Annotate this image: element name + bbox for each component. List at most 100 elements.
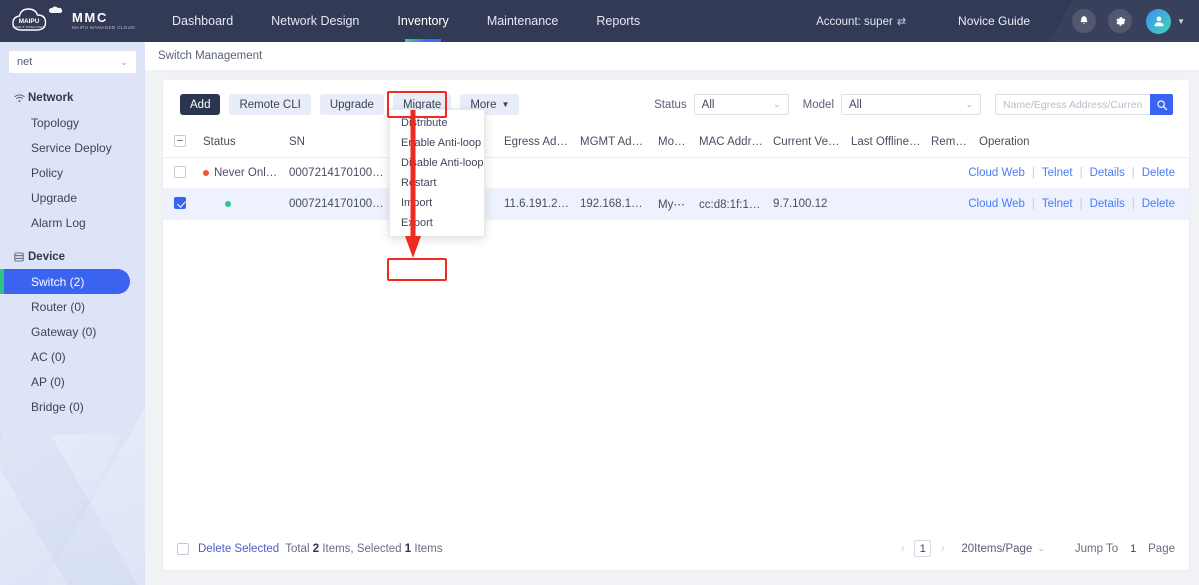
next-page-chevron-right-icon[interactable]: ›	[934, 540, 951, 557]
separator: |	[1031, 198, 1035, 210]
settings-gear-icon[interactable]	[1108, 9, 1133, 33]
row-current-version: 9.7.100.12	[773, 198, 828, 210]
sidebar-item-alarm-log[interactable]: Alarm Log	[0, 210, 145, 235]
row-select-cell[interactable]	[163, 165, 193, 181]
sidebar-item-ap[interactable]: AP (0)	[0, 369, 145, 394]
switch-table: Status SN Name Egress Address MGMT Addre…	[163, 127, 1189, 220]
list-icon	[14, 252, 28, 262]
sidebar-item-service-deploy[interactable]: Service Deploy	[0, 135, 145, 160]
telnet-link[interactable]: Telnet	[1042, 198, 1073, 210]
telnet-link[interactable]: Telnet	[1042, 167, 1073, 179]
menu-item-distribute[interactable]: Distribute	[390, 113, 484, 133]
items-middle-label: Items, Selected	[322, 542, 402, 555]
user-menu-chevron-down-icon[interactable]: ▼	[1177, 17, 1185, 26]
nav-item-reports[interactable]: Reports	[577, 0, 659, 42]
row-checkbox[interactable]	[174, 165, 186, 178]
remote-cli-button[interactable]: Remote CLI	[229, 94, 311, 115]
jump-to-label: Jump To	[1074, 542, 1119, 555]
details-link[interactable]: Details	[1090, 198, 1125, 210]
menu-item-export[interactable]: Export	[390, 213, 484, 233]
search-area	[995, 94, 1173, 115]
annotation-box-export	[387, 258, 447, 281]
user-avatar-icon[interactable]	[1146, 8, 1172, 34]
header-right-tools: Account: super ⇄ Novice Guide ▼	[816, 8, 1199, 34]
brand-subtitle: MAIPU MANAGED CLOUD	[72, 24, 136, 30]
user-menu[interactable]: ▼	[1146, 8, 1185, 34]
sidebar-item-topology[interactable]: Topology	[0, 110, 145, 135]
row-select-cell[interactable]	[163, 196, 193, 212]
nav-item-network-design[interactable]: Network Design	[252, 0, 378, 42]
row-sn: 0007214170100007	[289, 167, 389, 179]
page-number-1[interactable]: 1	[914, 540, 932, 557]
more-dropdown-menu[interactable]: Distribute Enable Anti-loop Disable Anti…	[389, 109, 485, 237]
delete-link[interactable]: Delete	[1142, 198, 1175, 210]
nav-item-inventory[interactable]: Inventory	[378, 0, 467, 42]
menu-item-enable-anti-loop[interactable]: Enable Anti-loop	[390, 133, 484, 153]
nav-item-maintenance[interactable]: Maintenance	[468, 0, 578, 42]
breadcrumb-bar: Switch Management	[145, 42, 1199, 70]
upgrade-button[interactable]: Upgrade	[319, 94, 384, 115]
selected-count: 1	[404, 542, 412, 555]
status-filter-value: All	[701, 98, 715, 111]
row-mgmt-address: 192.168.100.5	[580, 198, 648, 210]
brand-logo-area[interactable]: MAIPU MAKE IT INTELLIGENT MMC MAIPU MANA…	[0, 0, 145, 42]
model-filter-value: All	[849, 98, 862, 111]
jump-to-page: Jump To Page	[1075, 540, 1175, 557]
prev-page-chevron-left-icon[interactable]: ‹	[894, 540, 911, 557]
items-suffix-label: Items	[414, 542, 443, 555]
add-button[interactable]: Add	[180, 94, 221, 115]
left-sidebar: net ⌄ Network Topology Service Deploy Po…	[0, 42, 145, 585]
menu-item-restart[interactable]: Restart	[390, 173, 484, 193]
separator: |	[1031, 167, 1035, 179]
select-all-header-cell[interactable]	[163, 134, 193, 150]
table-row[interactable]: 0007214170100004 0 11.6.191.253 192.168.…	[163, 189, 1189, 220]
menu-item-disable-anti-loop[interactable]: Disable Anti-loop	[390, 153, 484, 173]
row-operation: Cloud Web | Telnet | Details | Delete	[969, 198, 1189, 210]
page-size-select[interactable]: 20Items/Page ⌄	[961, 543, 1045, 555]
sidebar-item-upgrade[interactable]: Upgrade	[0, 185, 145, 210]
cloud-web-link[interactable]: Cloud Web	[969, 198, 1025, 210]
sidebar-item-switch[interactable]: Switch (2)	[0, 269, 130, 294]
sidebar-item-policy[interactable]: Policy	[0, 160, 145, 185]
switch-account-icon[interactable]: ⇄	[897, 16, 906, 28]
filter-bar: Status All ⌄ Model All ⌄	[654, 94, 1173, 115]
separator: |	[1079, 167, 1083, 179]
total-prefix-label: Total	[285, 542, 310, 555]
footer-select-all-checkbox[interactable]	[177, 542, 189, 555]
sidebar-item-router[interactable]: Router (0)	[0, 294, 145, 319]
logo-tagline: MAKE IT INTELLIGENT	[12, 25, 45, 29]
column-header-status: Status	[203, 136, 236, 148]
delete-link[interactable]: Delete	[1142, 167, 1175, 179]
notification-bell-icon[interactable]	[1072, 9, 1097, 33]
table-row[interactable]: Never Online 0007214170100007 0 Cloud We…	[163, 158, 1189, 189]
select-all-checkbox[interactable]	[174, 134, 186, 147]
column-header-model: Model	[658, 136, 689, 148]
pagination: ‹ 1 › 20Items/Page ⌄ Jump To Page	[894, 540, 1175, 557]
row-mac-address: cc:d8:1f:12⋯	[699, 199, 763, 211]
total-count: 2	[312, 542, 320, 555]
nav-item-dashboard[interactable]: Dashboard	[153, 0, 252, 42]
row-checkbox[interactable]	[174, 196, 186, 209]
main-content: Switch Management Add Remote CLI Upgrade…	[145, 42, 1199, 585]
delete-selected-link[interactable]: Delete Selected	[198, 543, 279, 555]
sidebar-item-ac[interactable]: AC (0)	[0, 344, 145, 369]
logo-wordmark: MAIPU	[19, 18, 40, 25]
novice-guide-link[interactable]: Novice Guide	[958, 14, 1030, 28]
sidebar-item-gateway[interactable]: Gateway (0)	[0, 319, 145, 344]
page-label: Page	[1148, 542, 1175, 555]
model-filter-select[interactable]: All ⌄	[841, 94, 981, 115]
details-link[interactable]: Details	[1090, 167, 1125, 179]
search-button[interactable]	[1150, 94, 1173, 115]
cloud-web-link[interactable]: Cloud Web	[969, 167, 1025, 179]
jump-to-input[interactable]	[1123, 540, 1144, 557]
chevron-down-icon: ⌄	[965, 99, 973, 109]
network-selector[interactable]: net ⌄	[8, 50, 137, 74]
account-indicator[interactable]: Account: super ⇄	[816, 15, 906, 28]
search-input[interactable]	[995, 94, 1150, 115]
sidebar-group-label-device: Device	[28, 251, 66, 263]
account-label: Account: super	[816, 15, 893, 28]
network-selector-value: net	[17, 56, 33, 68]
menu-item-import[interactable]: Import	[390, 193, 484, 213]
status-filter-select[interactable]: All ⌄	[693, 94, 789, 115]
sidebar-item-bridge[interactable]: Bridge (0)	[0, 394, 145, 419]
